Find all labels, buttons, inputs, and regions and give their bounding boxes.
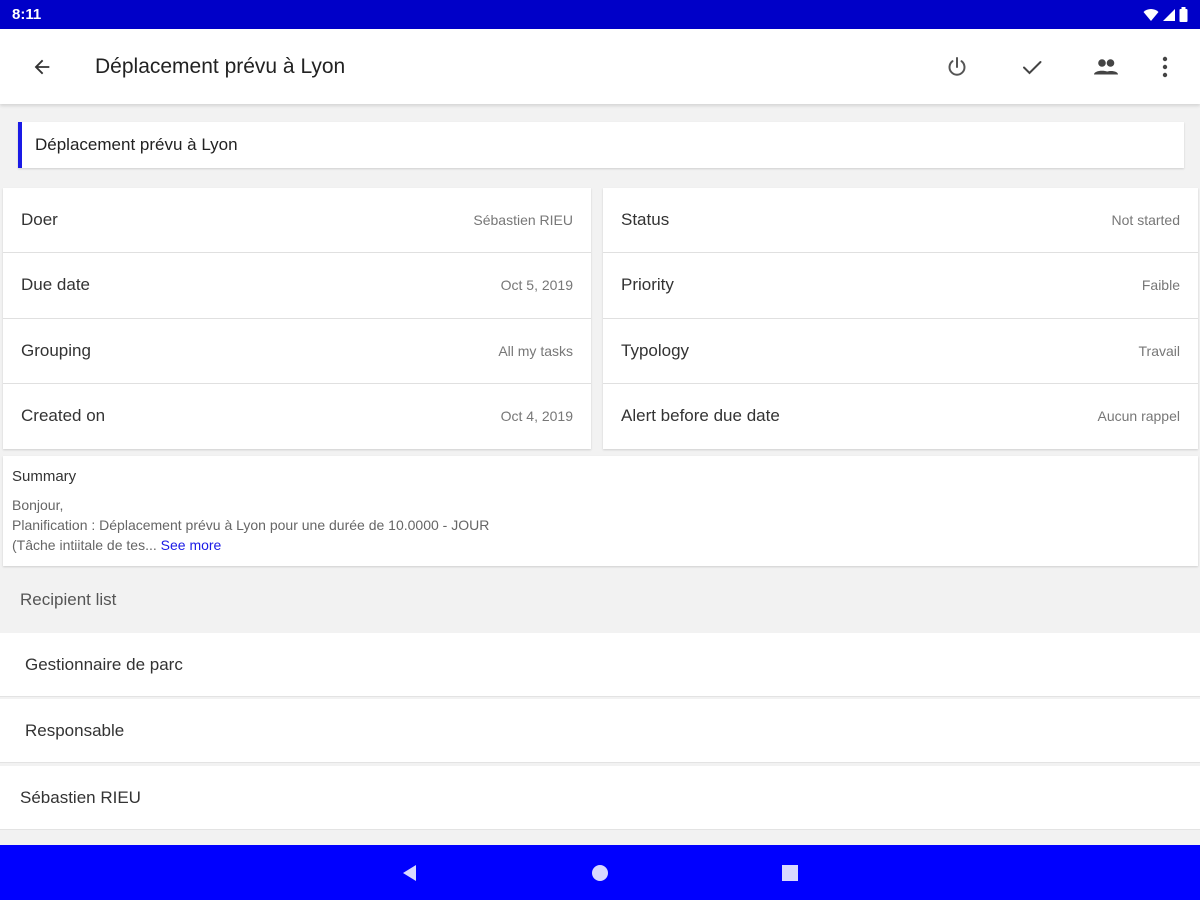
page-title: Déplacement prévu à Lyon [95,55,346,78]
recipients-button[interactable] [1084,47,1128,87]
row-label: Due date [21,275,90,295]
nav-home-button[interactable] [580,855,620,891]
row-value: Faible [1141,277,1180,294]
signal-icon [1163,8,1175,21]
status-icons [1143,7,1188,22]
back-icon [34,59,50,75]
row-value: Not started [1111,212,1180,229]
check-icon [1023,61,1042,75]
alert-row[interactable]: Alert before due date Aucun rappel [603,384,1198,449]
summary-line: (Tâche intiitale de tes... [12,537,157,553]
nav-recents-icon [782,865,798,881]
row-label: Created on [21,406,106,426]
nav-recents-button[interactable] [770,855,810,891]
summary-line: Planification : Déplacement prévu à Lyon… [12,517,490,533]
details-card-right: Status Not started Priority Faible Typol… [603,188,1198,449]
summary-line-last: (Tâche intiitale de tes... See more [12,535,1189,555]
row-label: Grouping [21,340,91,360]
row-value: Sébastien RIEU [473,212,573,229]
row-value: Travail [1138,342,1181,359]
power-button[interactable] [935,47,979,87]
status-row[interactable]: Status Not started [603,188,1198,254]
nav-back-button[interactable] [390,855,430,891]
recipient-name: Responsable [25,720,125,740]
doer-row[interactable]: Doer Sébastien RIEU [3,188,591,254]
row-value: All my tasks [498,342,573,359]
recipient-name: Sébastien RIEU [20,787,141,807]
row-value: Oct 5, 2019 [500,277,573,294]
row-label: Doer [21,210,58,230]
recipient-item[interactable]: Sébastien RIEU [0,766,1200,830]
complete-button[interactable] [1010,47,1054,87]
row-value: Aucun rappel [1097,408,1180,425]
recipient-item[interactable]: Gestionnaire de parc [0,633,1200,697]
typology-row[interactable]: Typology Travail [603,319,1198,384]
status-time: 8:11 [12,6,42,23]
row-label: Status [621,210,670,230]
more-vert-icon [1162,56,1168,78]
summary-text: Bonjour, Planification : Déplacement pré… [12,495,1189,555]
back-button[interactable] [20,49,64,85]
nav-home-icon [592,865,608,881]
nav-back-icon [403,865,416,881]
recipient-name: Gestionnaire de parc [25,654,183,674]
more-options-button[interactable] [1143,47,1187,87]
status-bar: 8:11 [0,0,1200,29]
summary-title: Summary [12,468,77,485]
recipient-list-header: Recipient list [20,590,117,609]
due-date-row[interactable]: Due date Oct 5, 2019 [3,253,591,319]
power-icon [948,57,966,76]
system-nav-bar [0,845,1200,900]
people-icon [1094,59,1118,75]
row-label: Alert before due date [621,406,780,426]
see-more-link[interactable]: See more [161,537,222,553]
battery-icon [1179,7,1188,22]
priority-row[interactable]: Priority Faible [603,253,1198,319]
recipient-item[interactable]: Responsable [0,699,1200,763]
summary-card: Summary Bonjour, Planification : Déplace… [3,456,1198,566]
wifi-icon [1143,8,1159,21]
details-card-left: Doer Sébastien RIEU Due date Oct 5, 2019… [3,188,591,449]
task-title-field[interactable]: Déplacement prévu à Lyon [18,122,1184,168]
summary-line: Bonjour, [12,497,64,513]
grouping-row[interactable]: Grouping All my tasks [3,319,591,384]
created-on-row[interactable]: Created on Oct 4, 2019 [3,384,591,449]
app-bar: Déplacement prévu à Lyon [0,29,1200,104]
row-value: Oct 4, 2019 [500,408,573,425]
row-label: Typology [621,340,690,360]
row-label: Priority [621,275,674,295]
